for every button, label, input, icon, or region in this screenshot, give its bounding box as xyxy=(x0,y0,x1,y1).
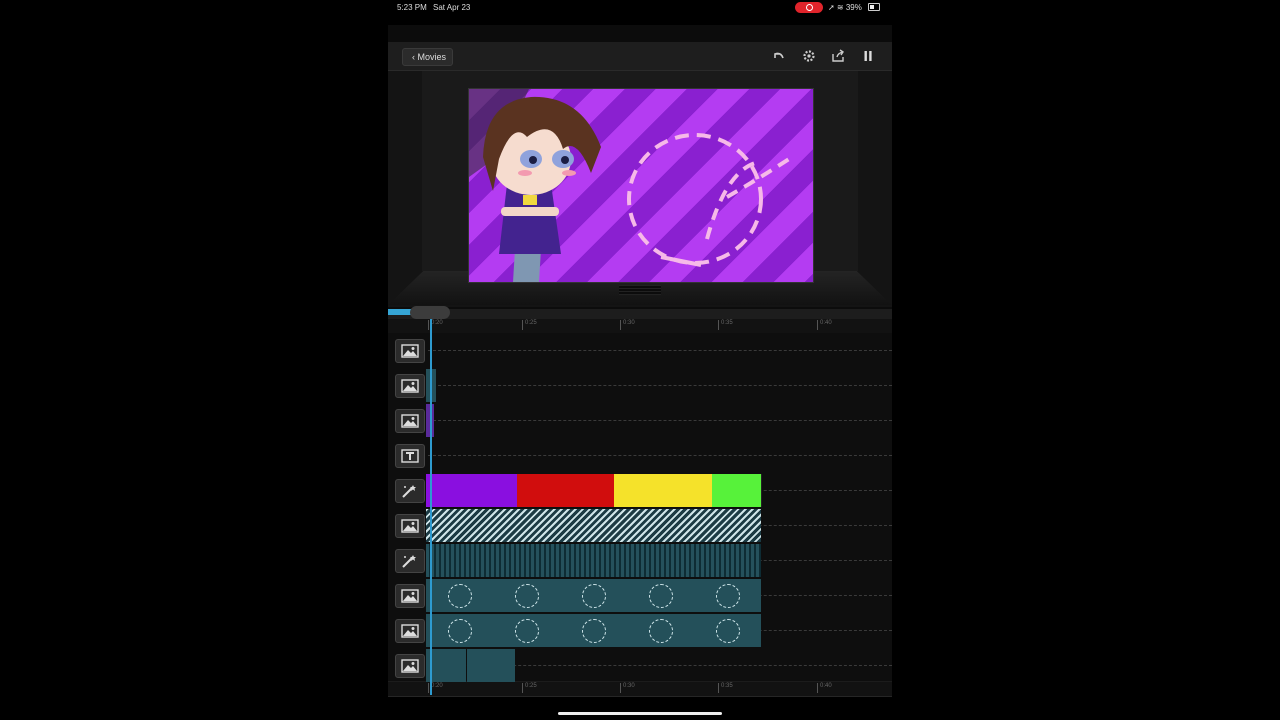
playback-scrubber[interactable] xyxy=(388,306,892,319)
track-image-button[interactable] xyxy=(395,339,425,363)
track-image-circles-1[interactable] xyxy=(388,578,892,614)
track-image-button[interactable] xyxy=(395,374,425,398)
track-effects-color[interactable] xyxy=(388,473,892,509)
effect-clip[interactable] xyxy=(426,544,761,577)
track-effects-button[interactable] xyxy=(395,549,425,573)
ruler-tick: 0:25 xyxy=(522,683,537,693)
record-icon xyxy=(806,4,813,11)
image-clip[interactable] xyxy=(426,614,761,647)
status-time: 5:23 PM xyxy=(397,3,427,12)
ruler-tick: 0:30 xyxy=(620,683,635,693)
track-effects-2[interactable] xyxy=(388,543,892,579)
image-icon xyxy=(401,414,419,428)
track-image-hatched[interactable] xyxy=(388,508,892,544)
wifi-icon: ➚ ≋ 39% xyxy=(828,3,862,12)
track-image-character[interactable] xyxy=(388,648,892,682)
undo-icon xyxy=(774,52,784,59)
image-clip[interactable] xyxy=(467,649,515,682)
status-date: Sat Apr 23 xyxy=(433,3,471,12)
ruler-tick: 0:30 xyxy=(620,320,635,330)
screen-recording-indicator[interactable] xyxy=(795,2,823,13)
image-icon xyxy=(401,624,419,638)
scrubber-handle[interactable] xyxy=(410,306,450,319)
effects-icon xyxy=(402,555,416,568)
gear-icon xyxy=(803,50,815,62)
track-image-3[interactable] xyxy=(388,403,892,439)
circle-icon xyxy=(715,583,740,608)
scrubber-progress xyxy=(388,309,412,315)
pause-button[interactable] xyxy=(859,47,877,65)
movie-editor: ‹ Movies 0:20 0:25 0:30 0:35 0:40 0:20 0… xyxy=(388,25,892,697)
track-text[interactable] xyxy=(388,438,892,474)
circle-icon xyxy=(514,583,539,608)
circle-icon xyxy=(447,618,472,643)
color-segment-red[interactable] xyxy=(517,474,615,507)
back-to-movies-button[interactable]: ‹ Movies xyxy=(402,48,454,66)
track-image-button[interactable] xyxy=(395,654,425,678)
image-icon xyxy=(401,589,419,603)
pause-icon xyxy=(864,51,872,61)
image-clip[interactable] xyxy=(426,579,761,612)
image-icon xyxy=(401,519,419,533)
track-image-button[interactable] xyxy=(395,514,425,538)
circle-icon xyxy=(514,618,539,643)
track-image-button[interactable] xyxy=(395,619,425,643)
preview-stage xyxy=(388,71,892,307)
track-image-circles-2[interactable] xyxy=(388,613,892,649)
ruler-tick: 0:35 xyxy=(718,320,733,330)
ruler-tick: 0:35 xyxy=(718,683,733,693)
track-text-button[interactable] xyxy=(395,444,425,468)
track-effects-button[interactable] xyxy=(395,479,425,503)
timeline-ruler-top[interactable]: 0:20 0:25 0:30 0:35 0:40 xyxy=(388,319,892,334)
image-clip[interactable] xyxy=(426,649,466,682)
track-image-1[interactable] xyxy=(388,333,892,369)
color-segment-purple[interactable] xyxy=(426,474,518,507)
undo-button[interactable] xyxy=(770,47,788,65)
ruler-tick: 0:25 xyxy=(522,320,537,330)
status-bar: 5:23 PM Sat Apr 23 ➚ ≋ 39% xyxy=(388,0,892,22)
track-image-2[interactable] xyxy=(388,368,892,404)
image-icon xyxy=(401,344,419,358)
circle-icon xyxy=(581,618,606,643)
text-icon xyxy=(401,449,419,463)
circle-icon xyxy=(648,618,673,643)
circle-icon xyxy=(581,583,606,608)
battery-icon xyxy=(868,3,880,11)
image-icon xyxy=(401,659,419,673)
track-image-button[interactable] xyxy=(395,584,425,608)
color-segment-green[interactable] xyxy=(712,474,762,507)
preview-frame-art xyxy=(469,89,791,282)
circle-icon xyxy=(447,583,472,608)
image-clip[interactable] xyxy=(426,509,761,542)
settings-button[interactable] xyxy=(800,47,818,65)
circle-icon xyxy=(648,583,673,608)
ruler-tick: 0:40 xyxy=(817,683,832,693)
image-icon xyxy=(401,379,419,393)
share-button[interactable] xyxy=(829,47,847,65)
playhead[interactable] xyxy=(430,319,432,695)
home-indicator[interactable] xyxy=(558,712,722,715)
timeline-ruler-bottom[interactable]: 0:20 0:25 0:30 0:35 0:40 xyxy=(388,682,892,697)
toolbar: ‹ Movies xyxy=(388,42,892,71)
ruler-tick: 0:40 xyxy=(817,320,832,330)
back-label: Movies xyxy=(417,52,447,62)
speaker-grille xyxy=(619,285,661,295)
battery-percent: 39% xyxy=(845,3,862,12)
color-segment-yellow[interactable] xyxy=(614,474,713,507)
track-image-button[interactable] xyxy=(395,409,425,433)
timeline-tracks xyxy=(388,333,892,682)
movie-preview[interactable] xyxy=(468,88,814,283)
circle-icon xyxy=(715,618,740,643)
share-icon xyxy=(832,49,844,62)
effects-icon xyxy=(402,485,416,498)
